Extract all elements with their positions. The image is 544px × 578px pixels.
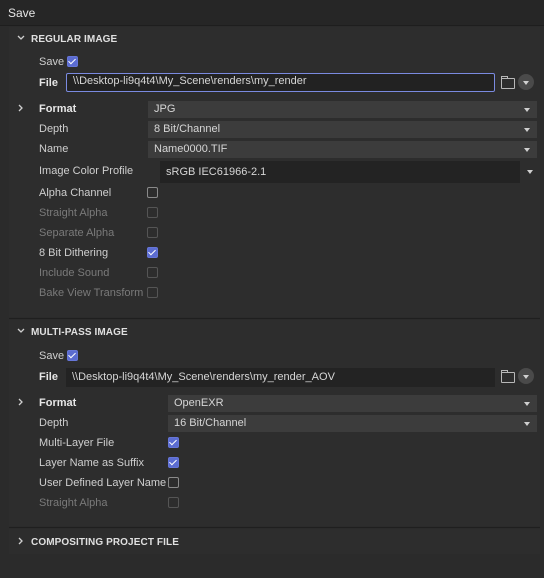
multilayer-label: Multi-Layer File	[39, 437, 115, 449]
regular-depth-label: Depth	[39, 123, 69, 135]
layer-suffix-checkbox[interactable]	[168, 457, 179, 468]
chevron-down-icon[interactable]	[16, 33, 26, 43]
alpha-channel-label: Alpha Channel	[39, 187, 112, 199]
multipass-file-label: File	[39, 371, 58, 383]
multipass-save-checkbox[interactable]	[67, 350, 78, 361]
section-divider	[9, 527, 540, 528]
regular-format-dropdown[interactable]: JPG	[148, 101, 537, 118]
dithering-checkbox[interactable]	[147, 247, 158, 258]
regular-save-label: Save	[39, 56, 65, 68]
dropdown-arrow-icon	[524, 108, 530, 112]
folder-icon[interactable]	[501, 76, 515, 89]
dropdown-arrow-icon	[524, 128, 530, 132]
bake-view-label: Bake View Transform	[39, 287, 144, 299]
multipass-save-label: Save	[39, 350, 65, 362]
dropdown-arrow-icon	[524, 402, 530, 406]
window-title-bar: Save	[0, 0, 544, 26]
include-sound-checkbox[interactable]	[147, 267, 158, 278]
section-divider	[9, 318, 540, 319]
user-layer-label: User Defined Layer Name	[39, 477, 167, 489]
dithering-label: 8 Bit Dithering	[39, 247, 109, 259]
regular-file-options-button[interactable]	[518, 74, 534, 90]
regular-name-dropdown[interactable]: Name0000.TIF	[148, 141, 537, 158]
regular-depth-dropdown[interactable]: 8 Bit/Channel	[148, 121, 537, 138]
section-heading-regular-image[interactable]: REGULAR IMAGE	[31, 34, 117, 45]
chevron-down-icon[interactable]	[16, 326, 26, 336]
regular-file-label: File	[39, 77, 58, 89]
chevron-right-icon[interactable]	[16, 103, 26, 113]
regular-save-checkbox[interactable]	[67, 56, 78, 67]
multipass-format-label: Format	[39, 397, 77, 409]
regular-profile-field[interactable]: sRGB IEC61966-2.1	[160, 161, 520, 183]
folder-icon[interactable]	[501, 370, 515, 383]
chevron-right-icon[interactable]	[16, 397, 26, 407]
dropdown-arrow-icon	[524, 148, 530, 152]
dropdown-arrow-icon[interactable]	[527, 170, 533, 174]
alpha-channel-checkbox[interactable]	[147, 187, 158, 198]
window-title: Save	[8, 6, 36, 20]
include-sound-label: Include Sound	[39, 267, 110, 279]
multipass-file-options-button[interactable]	[518, 368, 534, 384]
regular-name-label: Name	[39, 143, 69, 155]
dropdown-arrow-icon	[524, 422, 530, 426]
chevron-right-icon[interactable]	[16, 536, 26, 546]
multipass-format-dropdown[interactable]: OpenEXR	[168, 395, 537, 412]
separate-alpha-label: Separate Alpha	[39, 227, 115, 239]
multilayer-checkbox[interactable]	[168, 437, 179, 448]
straight-alpha-label: Straight Alpha	[39, 207, 108, 219]
bake-view-checkbox[interactable]	[147, 287, 158, 298]
multipass-straight-alpha-checkbox[interactable]	[168, 497, 179, 508]
layer-suffix-label: Layer Name as Suffix	[39, 457, 144, 469]
regular-format-label: Format	[39, 103, 77, 115]
multipass-straight-alpha-label: Straight Alpha	[39, 497, 108, 509]
separate-alpha-checkbox[interactable]	[147, 227, 158, 238]
multipass-depth-dropdown[interactable]: 16 Bit/Channel	[168, 415, 537, 432]
user-layer-checkbox[interactable]	[168, 477, 179, 488]
multipass-depth-label: Depth	[39, 417, 69, 429]
regular-profile-label: Image Color Profile	[39, 165, 134, 177]
multipass-file-input[interactable]: \\Desktop-li9q4t4\My_Scene\renders\my_re…	[66, 368, 495, 387]
regular-file-input[interactable]: \\Desktop-li9q4t4\My_Scene\renders\my_re…	[66, 73, 495, 92]
section-heading-multipass[interactable]: MULTI-PASS IMAGE	[31, 327, 128, 338]
section-heading-compositing[interactable]: COMPOSITING PROJECT FILE	[31, 537, 179, 548]
straight-alpha-checkbox[interactable]	[147, 207, 158, 218]
